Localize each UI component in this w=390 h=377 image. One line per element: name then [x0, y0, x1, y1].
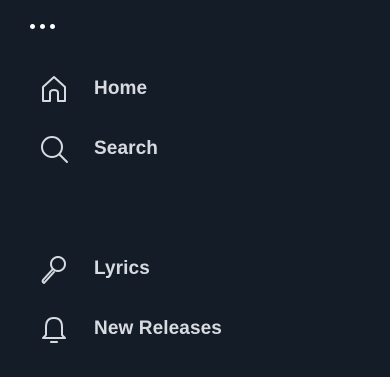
- home-icon: [36, 71, 72, 107]
- more-dot: [30, 24, 35, 29]
- sidebar: Home Search Lyrics New Releases: [0, 0, 390, 377]
- more-options-button[interactable]: [28, 18, 60, 36]
- nav-item-label: Search: [94, 138, 158, 159]
- nav-item-search[interactable]: Search: [36, 129, 356, 169]
- more-dot: [40, 24, 45, 29]
- bell-icon: [36, 311, 72, 347]
- microphone-icon: [36, 251, 72, 287]
- nav-item-home[interactable]: Home: [36, 69, 356, 109]
- nav-item-label: Lyrics: [94, 258, 150, 279]
- nav-item-new-releases[interactable]: New Releases: [36, 309, 356, 349]
- nav-item-label: New Releases: [94, 318, 222, 339]
- search-icon: [36, 131, 72, 167]
- nav-item-lyrics[interactable]: Lyrics: [36, 249, 356, 289]
- nav-item-label: Home: [94, 78, 148, 99]
- more-dot: [50, 24, 55, 29]
